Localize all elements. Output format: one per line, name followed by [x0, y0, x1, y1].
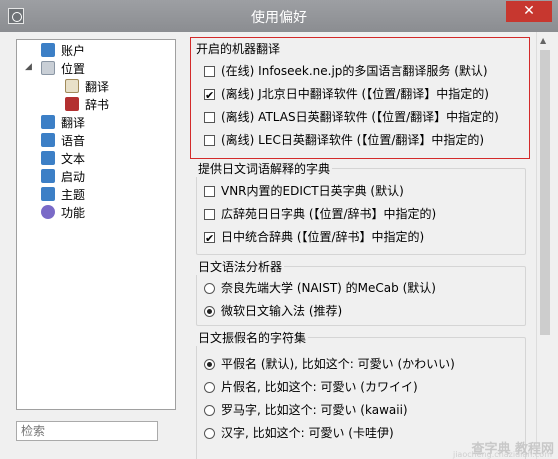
group-title-kana: 日文振假名的字符集: [196, 329, 309, 346]
close-button[interactable]: ✕: [506, 1, 552, 22]
text-icon: [41, 151, 55, 165]
checkbox-checked[interactable]: [204, 86, 215, 106]
user-icon: [41, 43, 55, 57]
nav-item-location-translate[interactable]: 翻译: [65, 78, 109, 96]
pencil-icon: [65, 79, 79, 93]
scroll-thumb[interactable]: [540, 50, 550, 335]
option-kojien[interactable]: 広辞苑日日字典 (【位置/辞书】中指定的): [204, 204, 436, 224]
nav-tree[interactable]: 账户 ◢ 位置 翻译 辞书 翻译 语音 文本 启动 主题 功能: [16, 39, 176, 410]
checkbox[interactable]: [204, 66, 215, 77]
option-ritchu[interactable]: 日中统合辞典 (【位置/辞书】中指定的): [204, 227, 424, 249]
radio-button[interactable]: [204, 405, 215, 416]
nav-item-startup[interactable]: 启动: [41, 168, 85, 186]
option-infoseek[interactable]: (在线) Infoseek.ne.jp的多国语言翻译服务 (默认): [204, 61, 488, 81]
collapse-arrow-icon[interactable]: ◢: [25, 62, 32, 72]
book-icon: [65, 97, 79, 111]
music-icon: [41, 133, 55, 147]
title-bar[interactable]: 使用偏好 ✕: [0, 0, 558, 32]
option-jbeijing[interactable]: (离线) J北京日中翻译软件 (【位置/翻译】中指定的): [204, 84, 489, 106]
option-romaji[interactable]: 罗马字, 比如这个: 可愛い (kawaii): [204, 400, 408, 420]
radio-button-selected[interactable]: [204, 359, 215, 370]
nav-item-location[interactable]: 位置: [41, 60, 85, 78]
nav-item-location-dictionary[interactable]: 辞书: [65, 96, 109, 114]
gear-icon: [41, 205, 55, 219]
radio-button[interactable]: [204, 428, 215, 439]
checkbox[interactable]: [204, 112, 215, 123]
preferences-window: 使用偏好 ✕ 账户 ◢ 位置 翻译 辞书 翻译 语音 文本 启动 主题 功能 检…: [0, 0, 558, 459]
checkbox[interactable]: [204, 135, 215, 146]
settings-panel: 开启的机器翻译 (在线) Infoseek.ne.jp的多国语言翻译服务 (默认…: [186, 32, 536, 459]
window-title: 使用偏好: [251, 10, 307, 26]
option-katakana[interactable]: 片假名, 比如这个: 可愛い (カワイイ): [204, 377, 418, 397]
group-title-dictionary: 提供日文词语解释的字典: [196, 160, 333, 177]
option-mecab[interactable]: 奈良先端大学 (NAIST) 的MeCab (默认): [204, 278, 436, 298]
nav-item-voice[interactable]: 语音: [41, 132, 85, 150]
scroll-up-arrow-icon[interactable]: ▲: [540, 36, 546, 45]
checkbox-checked[interactable]: [204, 229, 215, 249]
palette-icon: [41, 187, 55, 201]
play-icon: [41, 169, 55, 183]
search-input[interactable]: [16, 421, 158, 441]
radio-button[interactable]: [204, 382, 215, 393]
radio-button[interactable]: [204, 283, 215, 294]
document-icon: [41, 61, 55, 75]
globe-icon: [41, 115, 55, 129]
checkbox[interactable]: [204, 186, 215, 197]
option-hiragana[interactable]: 平假名 (默认), 比如这个: 可愛い (かわいい): [204, 354, 455, 374]
nav-item-translate[interactable]: 翻译: [41, 114, 85, 132]
checkbox[interactable]: [204, 209, 215, 220]
option-hanzi[interactable]: 汉字, 比如这个: 可愛い (卡哇伊): [204, 423, 394, 443]
option-ms-ime[interactable]: 微软日文输入法 (推荐): [204, 301, 342, 321]
vertical-scrollbar[interactable]: ▲: [536, 32, 554, 459]
group-title-parser: 日文语法分析器: [196, 258, 285, 275]
option-atlas[interactable]: (离线) ATLAS日英翻译软件 (【位置/翻译】中指定的): [204, 107, 499, 127]
radio-button-selected[interactable]: [204, 306, 215, 317]
option-edict[interactable]: VNR内置的EDICT日英字典 (默认): [204, 181, 404, 201]
nav-item-account[interactable]: 账户: [41, 42, 85, 60]
nav-item-text[interactable]: 文本: [41, 150, 85, 168]
nav-item-theme[interactable]: 主题: [41, 186, 85, 204]
watermark-url: jiaocheng.chazidian.com: [452, 450, 552, 459]
option-lec[interactable]: (离线) LEC日英翻译软件 (【位置/翻译】中指定的): [204, 130, 484, 150]
nav-item-features[interactable]: 功能: [41, 204, 85, 222]
